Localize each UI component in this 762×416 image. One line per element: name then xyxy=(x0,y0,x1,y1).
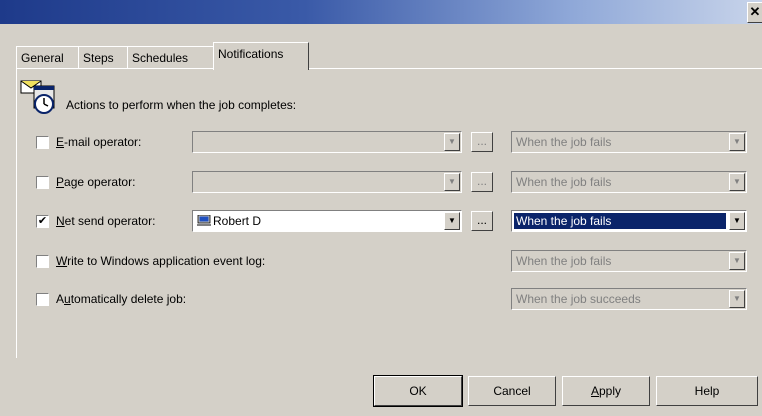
email-condition-value: When the job fails xyxy=(516,135,612,149)
page-operator-label: Page operator: xyxy=(56,175,136,189)
chevron-down-icon[interactable]: ▼ xyxy=(729,133,745,151)
chevron-down-icon[interactable]: ▼ xyxy=(729,173,745,191)
net-send-operator-combo[interactable]: Robert D ▼ xyxy=(192,210,462,232)
tab-schedules[interactable]: Schedules xyxy=(127,46,215,69)
chevron-down-icon[interactable]: ▼ xyxy=(729,290,745,308)
email-condition-combo[interactable]: When the job fails ▼ xyxy=(511,131,747,153)
delete-job-checkbox[interactable] xyxy=(36,293,49,306)
apply-button[interactable]: Apply xyxy=(562,376,650,406)
event-log-label: Write to Windows application event log: xyxy=(56,254,266,268)
tab-notifications[interactable]: Notifications xyxy=(213,42,309,70)
delete-job-condition-value: When the job succeeds xyxy=(516,292,641,306)
tab-steps[interactable]: Steps xyxy=(78,46,130,69)
chevron-down-icon[interactable]: ▼ xyxy=(444,173,460,191)
event-log-checkbox[interactable] xyxy=(36,255,49,268)
header-text: Actions to perform when the job complete… xyxy=(66,98,297,112)
event-log-condition-value: When the job fails xyxy=(516,254,612,268)
help-button[interactable]: Help xyxy=(656,376,758,406)
page-operator-browse-button[interactable]: ... xyxy=(471,172,493,192)
net-send-operator-checkbox[interactable]: ✔ xyxy=(36,215,49,228)
delete-job-label: Automatically delete job: xyxy=(56,292,187,306)
email-operator-browse-button[interactable]: ... xyxy=(471,132,493,152)
delete-job-condition-combo[interactable]: When the job succeeds ▼ xyxy=(511,288,747,310)
chevron-down-icon[interactable]: ▼ xyxy=(444,133,460,151)
page-condition-value: When the job fails xyxy=(516,175,612,189)
page-condition-combo[interactable]: When the job fails ▼ xyxy=(511,171,747,193)
net-send-condition-value: When the job fails xyxy=(514,213,726,229)
close-button[interactable]: ✕ xyxy=(747,2,762,23)
chevron-down-icon[interactable]: ▼ xyxy=(729,212,745,230)
ok-button[interactable]: OK xyxy=(373,375,463,407)
page-operator-checkbox[interactable] xyxy=(36,176,49,189)
net-send-operator-value: Robert D xyxy=(197,214,261,228)
event-log-condition-combo[interactable]: When the job fails ▼ xyxy=(511,250,747,272)
net-send-operator-label: Net send operator: xyxy=(56,214,156,228)
net-send-condition-combo[interactable]: When the job fails ▼ xyxy=(511,210,747,232)
computer-icon xyxy=(197,215,211,226)
email-operator-label: E-mail operator: xyxy=(56,135,142,149)
title-bar xyxy=(0,0,762,24)
chevron-down-icon[interactable]: ▼ xyxy=(444,212,460,230)
page-operator-combo[interactable]: ▼ xyxy=(192,171,462,193)
email-operator-combo[interactable]: ▼ xyxy=(192,131,462,153)
email-operator-checkbox[interactable] xyxy=(36,136,49,149)
chevron-down-icon[interactable]: ▼ xyxy=(729,252,745,270)
tab-general[interactable]: General xyxy=(16,46,82,69)
net-send-operator-browse-button[interactable]: ... xyxy=(471,211,493,231)
notification-clock-icon xyxy=(20,80,55,114)
cancel-button[interactable]: Cancel xyxy=(468,376,556,406)
